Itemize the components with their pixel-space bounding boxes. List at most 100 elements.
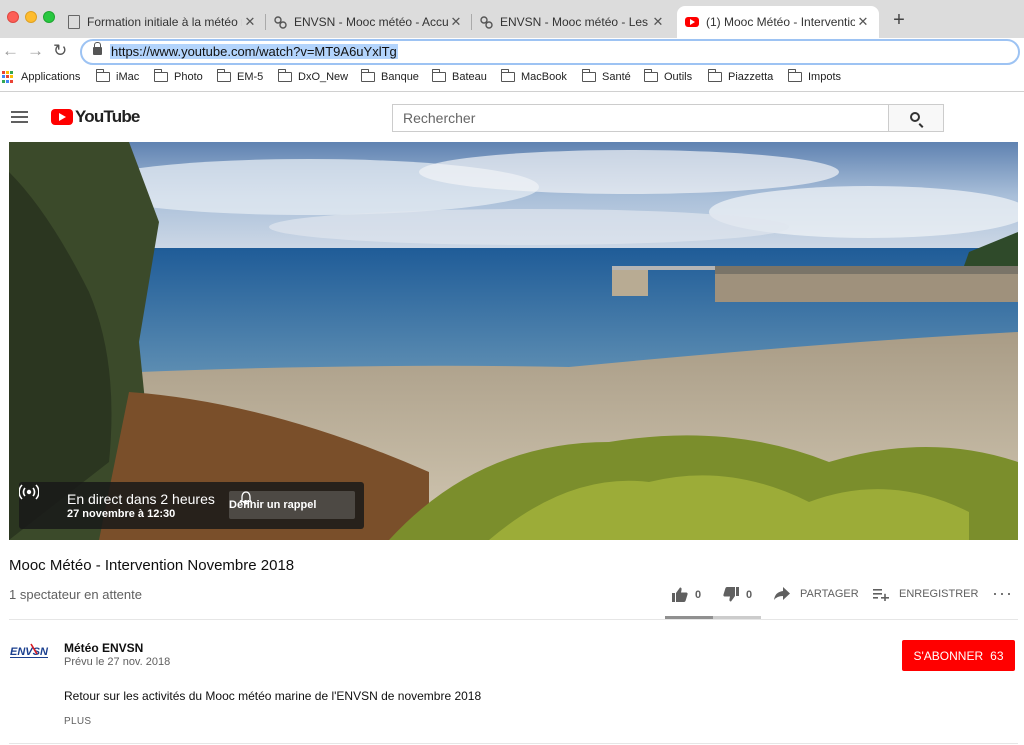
folder-icon xyxy=(788,69,802,82)
save-label: ENREGISTRER xyxy=(899,588,979,600)
close-window-button[interactable] xyxy=(7,11,19,23)
show-more-link[interactable]: PLUS xyxy=(64,716,91,727)
dislike-count: 0 xyxy=(746,588,753,601)
thumbs-down-icon xyxy=(723,587,739,602)
close-icon[interactable]: ✕ xyxy=(448,14,464,30)
fullscreen-window-button[interactable] xyxy=(43,11,55,23)
bookmark-folder[interactable]: Banque xyxy=(361,69,419,83)
video-player[interactable]: En direct dans 2 heures 27 novembre à 12… xyxy=(9,142,1018,540)
bookmark-folder[interactable]: Outils xyxy=(644,69,692,83)
reload-icon[interactable]: ↻ xyxy=(53,41,67,61)
bookmark-folder[interactable]: MacBook xyxy=(501,69,567,83)
subscriber-count: 63 xyxy=(990,648,1004,663)
live-countdown-text: En direct dans 2 heures xyxy=(67,491,215,507)
folder-icon xyxy=(432,69,446,82)
bookmark-label: Santé xyxy=(602,71,631,83)
menu-icon[interactable] xyxy=(11,111,28,123)
bookmark-label: Piazzetta xyxy=(728,71,774,83)
divider xyxy=(9,743,1018,744)
like-button[interactable]: 0 xyxy=(672,587,701,602)
browser-tab-bar: Formation initiale à la météo m ✕ ENVSN … xyxy=(0,0,1024,38)
close-icon[interactable]: ✕ xyxy=(650,14,666,30)
youtube-logo[interactable]: YouTube xyxy=(51,107,140,127)
set-reminder-button[interactable]: Définir un rappel xyxy=(229,491,355,519)
share-button[interactable]: PARTAGER xyxy=(774,587,859,601)
like-count: 0 xyxy=(695,588,702,601)
bookmark-label: Impots xyxy=(808,71,842,83)
subscribe-label: S'ABONNER xyxy=(913,648,984,663)
video-description: Retour sur les activités du Mooc météo m… xyxy=(64,689,482,703)
save-button[interactable]: ENREGISTRER xyxy=(873,587,978,601)
folder-icon xyxy=(361,69,375,82)
browser-tab-3[interactable]: ENVSN - Mooc météo - Les bri ✕ xyxy=(472,6,674,38)
youtube-logo-text: YouTube xyxy=(75,107,140,126)
video-thumbnail-image xyxy=(9,142,1018,540)
bookmark-label: EM-5 xyxy=(237,71,264,83)
youtube-play-icon xyxy=(51,109,73,125)
waiting-viewers-count: 1 spectateur en attente xyxy=(9,587,142,602)
bookmark-label: Banque xyxy=(381,71,419,83)
tab-title: ENVSN - Mooc météo - Les bri xyxy=(500,15,650,29)
bookmark-folder[interactable]: Photo xyxy=(154,69,203,83)
channel-name-link[interactable]: Météo ENVSN xyxy=(64,641,143,655)
bookmark-label: MacBook xyxy=(521,71,567,83)
channel-logo-text: ENVSN xyxy=(10,646,49,658)
more-actions-icon[interactable]: ··· xyxy=(992,583,1013,604)
forward-arrow-icon[interactable]: → xyxy=(27,41,44,61)
subscribe-button[interactable]: S'ABONNER 63 xyxy=(902,640,1015,671)
browser-toolbar: ← → ↻ https://www.youtube.com/watch?v=MT… xyxy=(0,38,1024,66)
bookmark-label: DxO_New xyxy=(298,71,349,83)
video-title: Mooc Météo - Intervention Novembre 2018 xyxy=(9,557,295,574)
minimize-window-button[interactable] xyxy=(25,11,37,23)
folder-icon xyxy=(278,69,292,82)
bookmark-folder[interactable]: EM-5 xyxy=(217,69,264,83)
folder-icon xyxy=(501,69,515,82)
channel-logo[interactable]: ENVSN xyxy=(9,640,51,662)
browser-tab-1[interactable]: Formation initiale à la météo m ✕ xyxy=(60,6,266,38)
browser-tab-4-active[interactable]: (1) Mooc Météo - Intervention I ✕ xyxy=(677,6,879,38)
bookmark-folder[interactable]: Piazzetta xyxy=(708,69,774,83)
search-icon xyxy=(910,112,920,122)
browser-tab-2[interactable]: ENVSN - Mooc météo - Accueil ✕ xyxy=(266,6,472,38)
apps-grid-icon xyxy=(2,71,14,83)
search-input[interactable] xyxy=(392,104,889,132)
close-icon[interactable]: ✕ xyxy=(855,14,871,30)
bookmark-label: Applications xyxy=(21,71,81,83)
link-icon xyxy=(480,15,493,29)
bookmark-folder[interactable]: iMac xyxy=(96,69,140,83)
new-tab-button[interactable]: + xyxy=(888,9,910,32)
bookmark-label: iMac xyxy=(116,71,140,83)
dislike-button[interactable]: 0 xyxy=(723,587,752,602)
bookmark-folder[interactable]: DxO_New xyxy=(278,69,349,83)
share-label: PARTAGER xyxy=(800,588,859,600)
bell-icon xyxy=(240,491,252,505)
url-text[interactable]: https://www.youtube.com/watch?v=MT9A6uYx… xyxy=(110,44,398,59)
address-bar[interactable]: https://www.youtube.com/watch?v=MT9A6uYx… xyxy=(80,39,1020,65)
thumbs-up-icon xyxy=(672,587,688,602)
folder-icon xyxy=(708,69,722,82)
bookmark-label: Photo xyxy=(174,71,203,83)
share-arrow-icon xyxy=(774,587,790,600)
youtube-icon xyxy=(685,17,699,27)
folder-icon xyxy=(582,69,596,82)
bookmark-folder[interactable]: Impots xyxy=(788,69,842,83)
live-broadcast-icon xyxy=(19,484,39,500)
link-icon xyxy=(274,15,287,29)
back-arrow-icon[interactable]: ← xyxy=(2,41,19,61)
bookmark-folder[interactable]: Santé xyxy=(582,69,631,83)
bookmarks-bar: Applications iMac Photo EM-5 DxO_New Ban… xyxy=(0,66,1024,92)
tab-title: Formation initiale à la météo m xyxy=(87,15,242,29)
youtube-masthead: YouTube xyxy=(0,93,1024,141)
bookmark-label: Bateau xyxy=(452,71,487,83)
tab-title: (1) Mooc Météo - Intervention I xyxy=(706,15,855,29)
close-icon[interactable]: ✕ xyxy=(242,14,258,30)
lock-icon xyxy=(93,42,102,55)
playlist-add-icon xyxy=(873,589,889,601)
live-premiere-card: En direct dans 2 heures 27 novembre à 12… xyxy=(19,482,364,529)
tab-title: ENVSN - Mooc météo - Accueil xyxy=(294,15,448,29)
scheduled-date: Prévu le 27 nov. 2018 xyxy=(64,656,171,668)
search-button[interactable] xyxy=(888,104,944,132)
folder-icon xyxy=(217,69,231,82)
bookmark-folder[interactable]: Bateau xyxy=(432,69,487,83)
bookmark-applications[interactable]: Applications xyxy=(2,71,80,83)
